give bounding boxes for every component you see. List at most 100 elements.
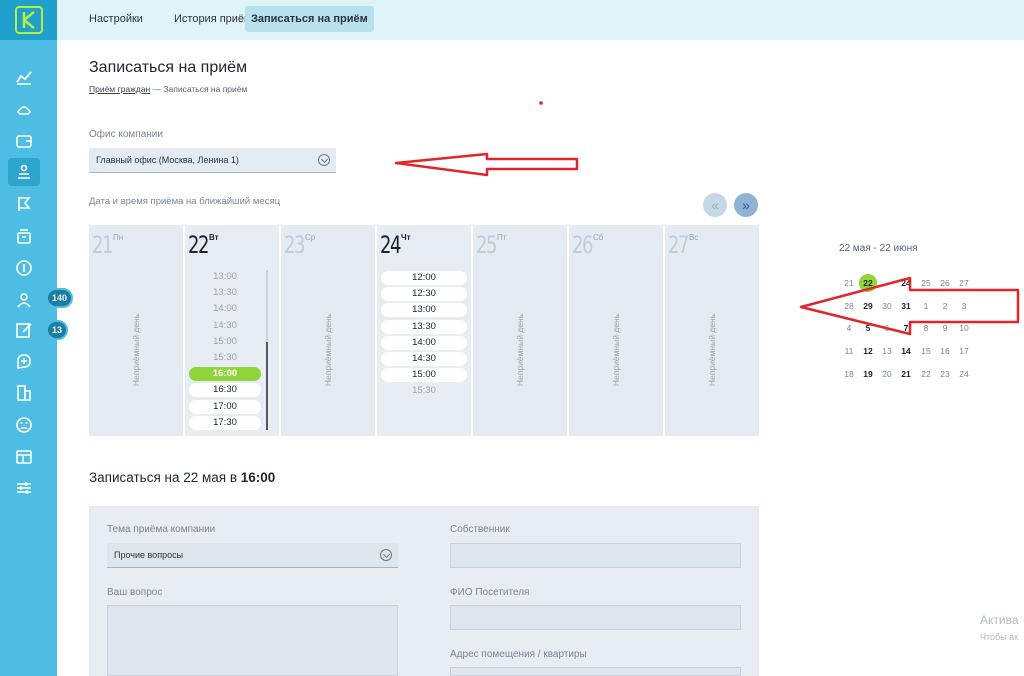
calendar-day: 4: [846, 323, 852, 333]
day-number: 23: [284, 231, 305, 259]
visitor-label: ФИО Посетителя: [450, 587, 530, 598]
calendar-day[interactable]: 12: [859, 343, 877, 359]
calendar-day: 30: [882, 301, 892, 311]
time-slot[interactable]: 14:00: [381, 335, 467, 350]
calendar-day[interactable]: 29: [859, 298, 877, 314]
logo[interactable]: [0, 0, 57, 40]
time-slot[interactable]: 12:00: [381, 271, 467, 285]
sidebar-item-archive[interactable]: [8, 222, 40, 250]
day-column: 24 Чт 12:00 12:30 13:00 13:30 14:00 14:30 15:00 1…: [377, 225, 471, 436]
time-slot: 13:30: [213, 287, 237, 299]
owner-label: Собственник: [450, 524, 510, 535]
sidebar-item-chat-add[interactable]: [8, 347, 40, 375]
day-name: Ср: [305, 233, 316, 242]
time-slot[interactable]: 16:30: [189, 383, 261, 398]
time-slot[interactable]: 17:00: [189, 399, 261, 414]
building-icon: [17, 385, 31, 401]
time-slot[interactable]: 12:30: [381, 287, 467, 302]
day-off-label: Неприёмный день: [323, 313, 333, 387]
scrollbar-thumb[interactable]: [266, 342, 268, 430]
day-name: Вт: [209, 233, 219, 242]
time-slot: 14:30: [213, 319, 237, 331]
sidebar-item-people[interactable]: [8, 286, 40, 314]
time-slot[interactable]: 14:30: [381, 352, 467, 366]
time-slot[interactable]: 16:00: [189, 367, 261, 382]
visitor-name-input[interactable]: [450, 605, 741, 630]
sidebar-item-sad-face[interactable]: [8, 411, 40, 439]
topic-label: Тема приёма компании: [107, 524, 216, 535]
office-select-value: Главный офис (Москва, Ленина 1): [96, 155, 239, 165]
tab-book-appointment[interactable]: Записаться на приём: [245, 6, 374, 32]
app-root: 140 13 Настройки История приёма Записать…: [0, 0, 1024, 676]
sidebar-item-building[interactable]: [8, 379, 40, 407]
time-slot: 14:00: [213, 303, 237, 315]
day-off-label: Неприёмный день: [611, 313, 621, 387]
sidebar-item-wallet[interactable]: [8, 127, 40, 155]
time-slot: 15:30: [213, 352, 237, 363]
sidebar-item-analytics[interactable]: [8, 63, 40, 91]
question-textarea[interactable]: [107, 605, 398, 676]
time-slot[interactable]: 13:30: [381, 319, 467, 334]
sidebar-item-sliders[interactable]: [8, 474, 40, 502]
day-off-label: Неприёмный день: [131, 313, 141, 387]
calendar-day[interactable]: 5: [859, 320, 877, 336]
time-slot: 13:00: [213, 271, 237, 282]
calendar-day: 8: [923, 323, 929, 333]
sliders-icon: [17, 482, 31, 494]
day-name: Пн: [113, 233, 124, 242]
sidebar-item-phone[interactable]: [8, 95, 40, 123]
day-name: Чт: [401, 233, 411, 242]
prev-week-button[interactable]: «: [703, 193, 727, 217]
chat-add-icon: [17, 354, 31, 369]
calendar-day[interactable]: 19: [859, 366, 877, 382]
calendar-day: 22: [921, 369, 931, 379]
edit-badge: 13: [46, 320, 69, 340]
calendar-day: 17: [959, 346, 969, 356]
calendar-day[interactable]: 31: [897, 298, 915, 314]
calendar-day: 26: [940, 278, 950, 288]
sidebar-item-coin[interactable]: [8, 254, 40, 282]
calendar-day[interactable]: 24: [897, 275, 915, 291]
day-off-label: Неприёмный день: [707, 313, 717, 387]
annotation-dot: [539, 101, 543, 105]
calendar-day: 21: [844, 278, 854, 288]
sidebar-item-flag[interactable]: [8, 190, 40, 218]
time-slot[interactable]: 15:00: [381, 368, 467, 383]
owner-input[interactable]: [450, 543, 741, 568]
sidebar-item-edit[interactable]: [8, 316, 40, 344]
calendar-day: 16: [940, 346, 950, 356]
chevron-down-icon: [318, 154, 330, 166]
topic-select-value: Прочие вопросы: [114, 550, 184, 560]
analytics-icon: [16, 71, 32, 85]
day-column: 23 Ср Неприёмный день: [281, 225, 375, 436]
office-label: Офис компании: [89, 129, 163, 140]
address-input[interactable]: [450, 667, 741, 676]
slots-scrollbar[interactable]: [266, 270, 268, 430]
sidebar-item-reception[interactable]: [8, 158, 40, 186]
breadcrumb-link[interactable]: Приём граждан: [89, 84, 150, 94]
logo-icon: [14, 6, 43, 34]
chevron-down-icon: [380, 549, 392, 561]
office-select[interactable]: Главный офис (Москва, Ленина 1): [89, 148, 336, 173]
time-slot: 15:00: [213, 335, 237, 347]
calendar-day: 25: [921, 278, 931, 288]
calendar-day: 11: [844, 346, 854, 356]
calendar-day[interactable]: 21: [897, 366, 915, 382]
form-title-prefix: Записаться на 22 мая в: [89, 470, 241, 485]
calendar-day: 23: [940, 369, 950, 379]
sidebar-item-dashboard[interactable]: [8, 443, 40, 471]
calendar-day[interactable]: 7: [897, 320, 915, 336]
day-number: 22: [188, 231, 209, 259]
day-number: 25: [476, 231, 497, 259]
tab-settings[interactable]: Настройки: [83, 6, 149, 32]
calendar-day[interactable]: 22: [859, 274, 877, 292]
calendar-day: 27: [959, 278, 969, 288]
next-week-button[interactable]: »: [734, 193, 758, 217]
time-slot[interactable]: 13:00: [381, 303, 467, 318]
address-label: Адрес помещения / квартиры: [450, 649, 587, 660]
topic-select[interactable]: Прочие вопросы: [107, 543, 398, 568]
calendar-day[interactable]: 14: [897, 343, 915, 359]
form-title-time: 16:00: [240, 470, 276, 485]
time-slot[interactable]: 17:30: [189, 415, 261, 430]
calendar-day: 10: [959, 323, 969, 333]
